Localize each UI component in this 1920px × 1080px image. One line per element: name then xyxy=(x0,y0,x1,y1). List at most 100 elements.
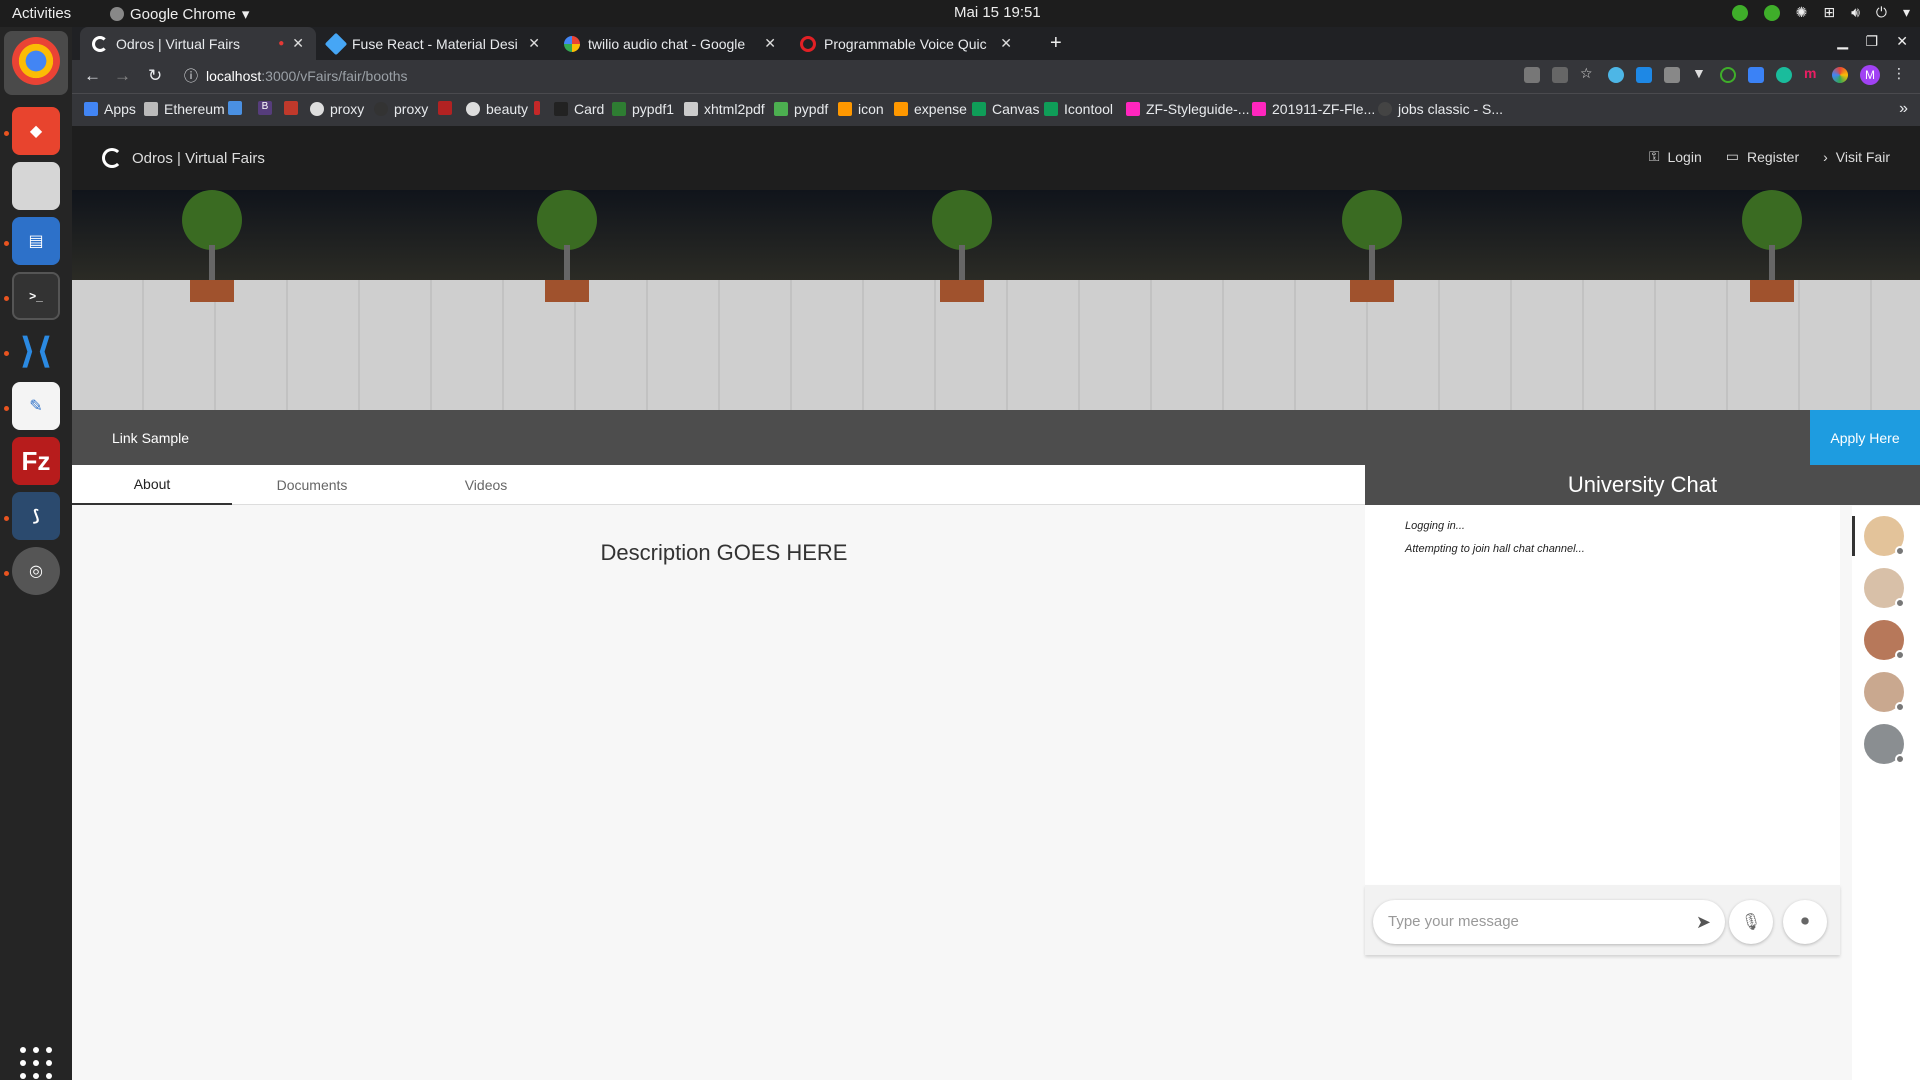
close-icon[interactable]: ✕ xyxy=(292,35,304,52)
bookmark-item[interactable]: proxy xyxy=(310,101,364,117)
extension-icon[interactable] xyxy=(1748,67,1764,83)
mysql-workbench-icon[interactable]: ⟆ xyxy=(12,492,60,540)
extension-icon[interactable] xyxy=(1636,67,1652,83)
chat-message-input[interactable]: Type your message ➤ xyxy=(1373,900,1725,944)
files-icon[interactable] xyxy=(12,162,60,210)
translate-icon[interactable] xyxy=(1552,67,1568,83)
apply-here-button[interactable]: Apply Here xyxy=(1810,410,1920,465)
bookmark-item[interactable]: Card xyxy=(554,101,604,117)
bookmark-item[interactable]: icon xyxy=(838,101,884,117)
booth-banner-image xyxy=(72,190,1920,410)
avatar[interactable] xyxy=(1864,672,1905,712)
tab-about[interactable]: About xyxy=(72,465,232,505)
writer-icon[interactable]: ▤ xyxy=(12,217,60,265)
login-link[interactable]: ⚿ Login xyxy=(1649,148,1702,165)
site-logo[interactable]: Odros | Virtual Fairs xyxy=(102,148,265,168)
bookmark-item[interactable]: xhtml2pdf xyxy=(684,101,765,117)
disk-icon[interactable]: ◎ xyxy=(12,547,60,595)
star-icon[interactable]: ☆ xyxy=(1580,65,1596,81)
address-bar[interactable]: ⓘ localhost:3000/vFairs/fair/booths xyxy=(184,66,408,86)
react-devtools-icon[interactable] xyxy=(1776,67,1792,83)
tab-videos[interactable]: Videos xyxy=(406,465,566,505)
back-icon[interactable]: ← xyxy=(84,66,101,86)
bookmark-item[interactable] xyxy=(284,101,298,115)
video-camera-button[interactable]: ⏺ xyxy=(1783,900,1827,944)
filezilla-icon[interactable]: Fz xyxy=(12,437,60,485)
bookmark-item[interactable] xyxy=(438,101,452,115)
avatar[interactable] xyxy=(1864,724,1905,764)
bookmark-item[interactable]: Icontool xyxy=(1044,101,1113,117)
register-link[interactable]: ▭ Register xyxy=(1726,148,1799,165)
settings-icon[interactable]: ✺ xyxy=(1796,4,1808,21)
chevron-down-icon[interactable]: ▾ xyxy=(1903,4,1910,21)
avatar[interactable] xyxy=(1864,568,1905,608)
browser-tab[interactable]: Fuse React - Material Desi ✕ xyxy=(316,27,552,60)
profile-avatar[interactable]: M xyxy=(1860,65,1880,85)
visit-fair-link[interactable]: › Visit Fair xyxy=(1823,148,1890,165)
bookmark-item[interactable] xyxy=(534,101,540,115)
reload-icon[interactable]: ↻ xyxy=(148,66,162,86)
send-icon[interactable]: ➤ xyxy=(1696,912,1711,933)
volume-icon[interactable]: 🔊︎ xyxy=(1851,4,1860,21)
bookmark-item[interactable]: expense xyxy=(894,101,967,117)
menu-kebab-icon[interactable]: ⋮ xyxy=(1892,65,1906,85)
extension-icon[interactable] xyxy=(1608,67,1624,83)
browser-tab[interactable]: Programmable Voice Quic ✕ xyxy=(788,27,1024,60)
app-menu[interactable]: Google Chrome ▾ xyxy=(110,5,249,23)
text-editor-icon[interactable]: ✎ xyxy=(12,382,60,430)
microphone-button[interactable]: 🎙︎ xyxy=(1729,900,1773,944)
vue-devtools-icon[interactable]: ▼ xyxy=(1692,65,1708,81)
vscode-icon[interactable]: ⟩⟨ xyxy=(12,327,60,375)
card-icon xyxy=(554,102,568,116)
activities-button[interactable]: Activities xyxy=(12,5,71,22)
bookmark-item[interactable]: 201911-ZF-Fle... xyxy=(1252,101,1375,117)
link-sample[interactable]: Link Sample xyxy=(112,430,189,446)
browser-tab[interactable]: twilio audio chat - Google ✕ xyxy=(552,27,788,60)
clock[interactable]: Mai 15 19:51 xyxy=(954,4,1041,21)
extension-icon[interactable] xyxy=(1720,67,1736,83)
close-icon[interactable]: ✕ xyxy=(764,35,776,52)
bookmark-item[interactable]: jobs classic - S... xyxy=(1378,101,1503,117)
bookmark-item[interactable]: pypdf xyxy=(774,101,828,117)
forward-icon[interactable]: → xyxy=(114,66,131,86)
shield-check-icon[interactable] xyxy=(1731,4,1748,21)
close-window-icon[interactable]: ✕ xyxy=(1896,33,1908,50)
close-icon[interactable]: ✕ xyxy=(1000,35,1012,52)
bookmark-item[interactable]: Ethereum xyxy=(144,101,225,117)
browser-tab[interactable]: Odros | Virtual Fairs ● ✕ xyxy=(80,27,316,60)
avatar[interactable] xyxy=(1864,516,1905,556)
bookmark-item[interactable]: proxy xyxy=(374,101,428,117)
bookmark-item[interactable]: pypdf1 xyxy=(612,101,674,117)
minimize-icon[interactable]: ▁ xyxy=(1837,33,1848,50)
apps-grid-icon xyxy=(84,102,98,116)
close-icon[interactable]: ✕ xyxy=(528,35,540,52)
camera-icon[interactable] xyxy=(1524,67,1540,83)
info-icon[interactable]: ⓘ xyxy=(184,66,198,86)
show-applications-icon[interactable] xyxy=(20,1047,52,1079)
extension-icon[interactable]: m xyxy=(1804,65,1820,81)
terminal-icon[interactable]: >_ xyxy=(12,272,60,320)
bookmarks-overflow-icon[interactable]: » xyxy=(1899,100,1908,118)
anydesk-icon[interactable]: ◆ xyxy=(12,107,60,155)
os-top-bar: Activities Google Chrome ▾ Mai 15 19:51 … xyxy=(0,0,1920,27)
system-tray[interactable]: ✺ ⊞ 🔊︎ ⏻ ▾ xyxy=(1731,4,1910,21)
bookmark-item[interactable]: Canvas xyxy=(972,101,1039,117)
bookmark-item[interactable] xyxy=(228,101,242,115)
extension-icon[interactable] xyxy=(1832,67,1848,83)
extension-icon[interactable] xyxy=(1664,67,1680,83)
bookmark-item[interactable]: Apps xyxy=(84,101,136,117)
check-icon[interactable] xyxy=(1763,4,1780,21)
chat-compose-bar: Type your message ➤ 🎙︎ ⏺ xyxy=(1365,885,1840,955)
booth-tabs: About Documents Videos xyxy=(72,465,1376,505)
power-icon[interactable]: ⏻ xyxy=(1876,4,1887,21)
chat-users-sidebar xyxy=(1852,506,1920,1080)
maximize-icon[interactable]: ❐ xyxy=(1865,33,1878,50)
bookmark-item[interactable]: beauty xyxy=(466,101,528,117)
bookmark-item[interactable]: B xyxy=(258,101,272,115)
new-tab-button[interactable]: + xyxy=(1050,32,1062,55)
avatar[interactable] xyxy=(1864,620,1905,660)
tab-documents[interactable]: Documents xyxy=(232,465,392,505)
bookmark-item[interactable]: ZF-Styleguide-... xyxy=(1126,101,1249,117)
chrome-icon[interactable] xyxy=(12,37,60,85)
network-icon[interactable]: ⊞ xyxy=(1823,4,1835,21)
